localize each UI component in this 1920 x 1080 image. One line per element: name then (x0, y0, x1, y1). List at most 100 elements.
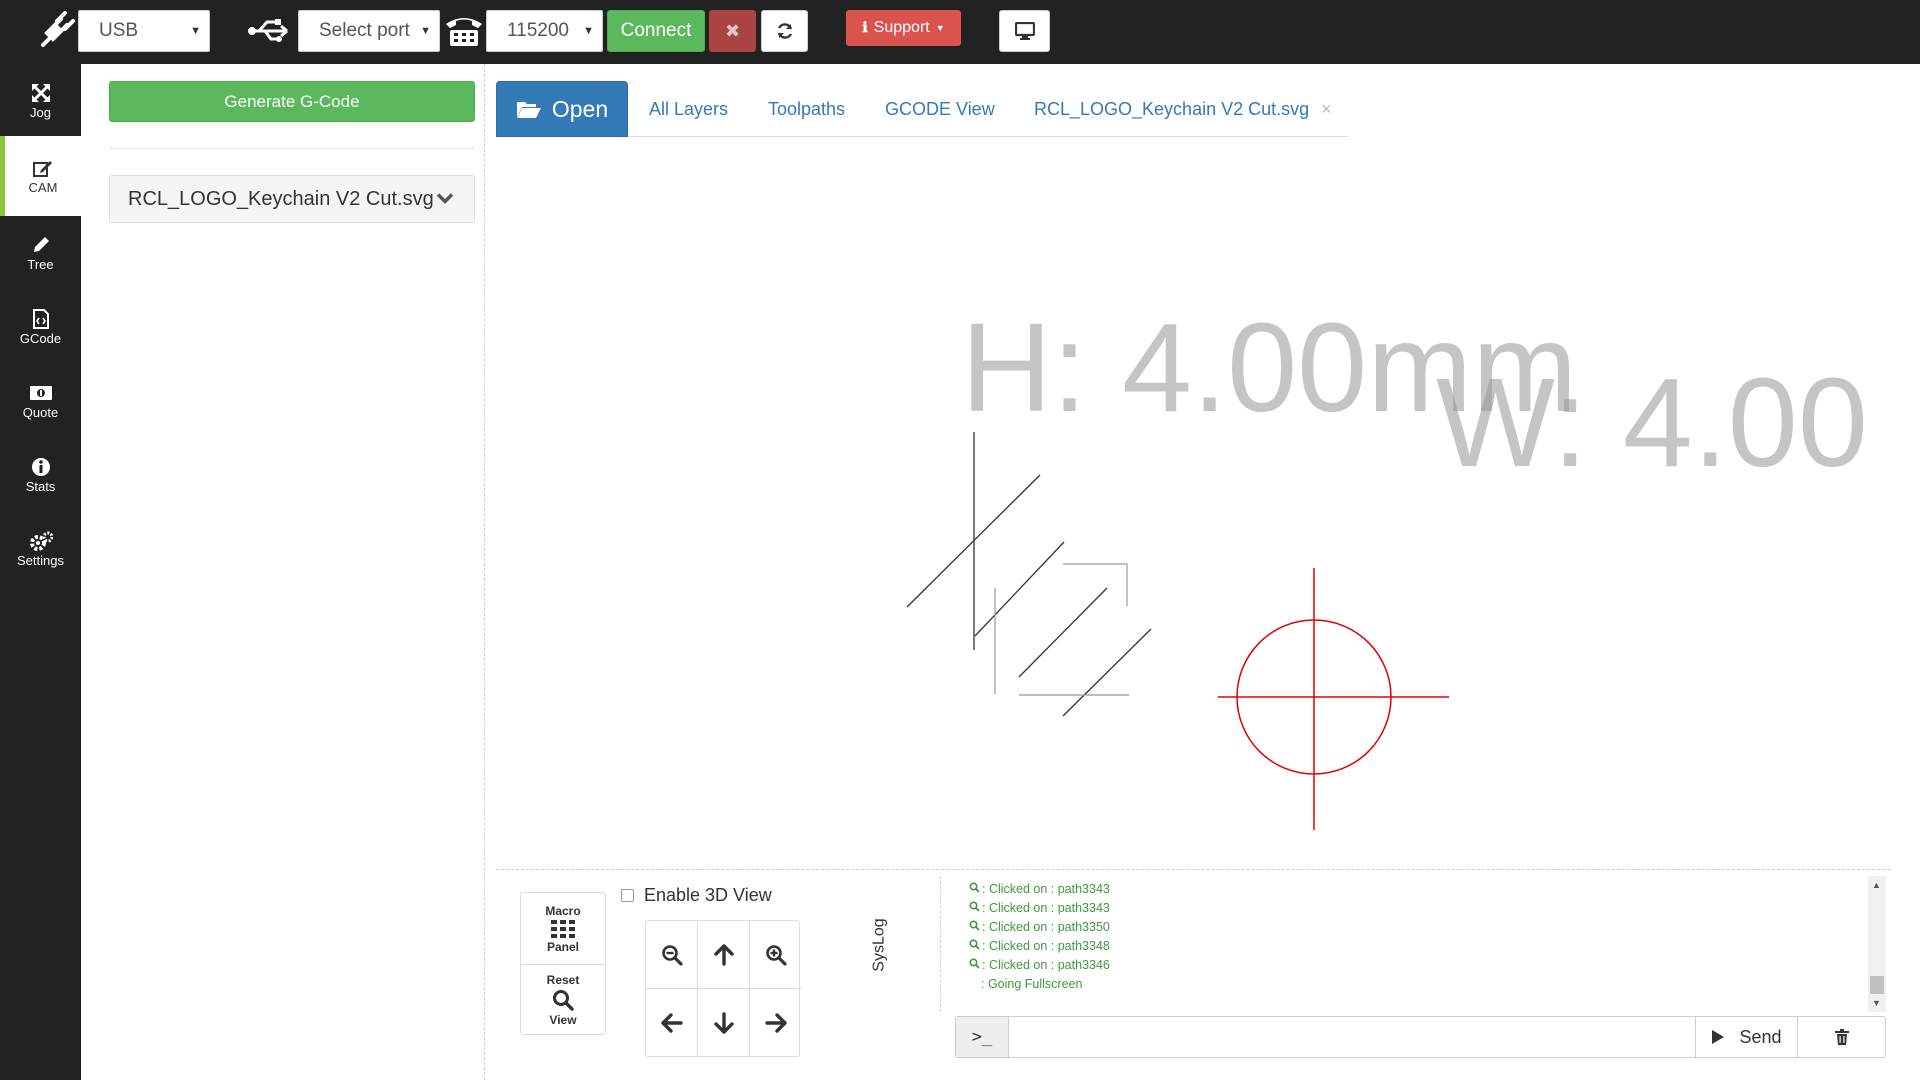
monitor-icon (1014, 22, 1035, 40)
fullscreen-button[interactable] (999, 10, 1050, 52)
open-file-button[interactable]: Open (496, 81, 628, 137)
connection-type-select[interactable]: USB ▼ (78, 10, 210, 52)
zoom-in-button[interactable] (750, 921, 802, 989)
sidebar-item-label: Settings (17, 552, 64, 568)
log-entry: : Clicked on : path3346 (969, 958, 1110, 972)
tab-toolpaths[interactable]: Toolpaths (768, 81, 845, 137)
divider (496, 869, 1890, 870)
log-entry: : Going Fullscreen (981, 977, 1082, 991)
enable-3d-toggle[interactable]: Enable 3D View (621, 884, 772, 906)
pan-up-button[interactable] (698, 921, 750, 989)
sidebar-item-tree[interactable]: Tree (0, 216, 81, 290)
sidebar-item-settings[interactable]: Settings (0, 512, 81, 586)
log-text: : Clicked on : path3343 (982, 901, 1110, 915)
pan-left-button[interactable] (646, 989, 698, 1057)
support-dropdown-button[interactable]: ℹ Support ▼ (846, 10, 961, 46)
generate-gcode-button[interactable]: Generate G-Code (109, 81, 475, 122)
grid-icon (551, 919, 575, 938)
reset-view-button[interactable]: Reset View (521, 964, 605, 1035)
caret-down-icon: ▼ (583, 25, 594, 37)
port-select-value: Select port (319, 20, 410, 41)
sidebar-item-label: Stats (25, 478, 56, 494)
path-line (1062, 628, 1152, 717)
macro-panel-button[interactable]: Macro Panel (521, 893, 605, 964)
sidebar-item-jog[interactable]: Jog (0, 64, 81, 138)
syslog-title: SysLog (871, 918, 888, 972)
pencil-icon (31, 235, 51, 255)
arrows-icon (31, 83, 51, 103)
disconnect-button[interactable]: ✖ (709, 10, 756, 52)
info-circle-icon (31, 457, 51, 477)
tab-gcode-view[interactable]: GCODE View (885, 81, 995, 137)
send-button[interactable]: Send (1695, 1017, 1797, 1057)
pan-down-button[interactable] (698, 989, 750, 1057)
button-label: Macro (545, 903, 581, 918)
zoom-out-button[interactable] (646, 921, 698, 989)
folder-open-icon (516, 102, 541, 118)
sidebar-item-label: CAM (28, 179, 58, 195)
log-scrollbar[interactable]: ▲ ▼ (1868, 876, 1886, 1012)
enable-3d-label: Enable 3D View (644, 884, 772, 905)
search-icon (969, 958, 980, 972)
syslog-console[interactable]: : Clicked on : path3343 : Clicked on : p… (940, 876, 1886, 1012)
command-input[interactable] (1009, 1017, 1695, 1057)
tab-label: Toolpaths (768, 98, 846, 119)
zoom-in-icon (766, 944, 787, 966)
tab-label: GCODE View (885, 98, 995, 119)
path-line (974, 541, 1065, 637)
search-icon (969, 920, 980, 934)
refresh-button[interactable] (761, 10, 808, 52)
edit-icon (33, 158, 53, 178)
log-entry: : Clicked on : path3348 (969, 939, 1110, 953)
connection-type-value: USB (99, 20, 139, 41)
scroll-down-icon[interactable]: ▼ (1872, 998, 1881, 1008)
pan-right-button[interactable] (750, 989, 802, 1057)
money-icon (29, 383, 53, 403)
sidebar-item-quote[interactable]: Quote (0, 364, 81, 438)
port-select[interactable]: Select port ▼ (298, 10, 440, 52)
cam-panel: Generate G-Code RCL_LOGO_Keychain V2 Cut… (81, 64, 485, 1080)
arrow-right-icon (765, 1013, 787, 1033)
sidebar-item-label: Jog (30, 104, 51, 120)
sidebar-item-label: GCode (19, 330, 62, 346)
log-text: : Clicked on : path3350 (982, 920, 1110, 934)
sidebar-item-gcode[interactable]: GCode (0, 290, 81, 364)
file-select[interactable]: RCL_LOGO_Keychain V2 Cut.svg (109, 175, 475, 223)
baud-rate-select[interactable]: 115200 ▼ (486, 10, 603, 52)
tab-label: All Layers (649, 98, 729, 119)
top-navbar: USB ▼ Select port ▼ 115200 ▼ Connect ✖ ℹ… (0, 0, 1920, 64)
send-label: Send (1739, 1026, 1782, 1047)
arrow-up-icon (713, 943, 734, 966)
3d-viewer[interactable]: H: 4.00mm W: 4.00 (496, 140, 1890, 868)
search-icon (969, 901, 980, 915)
scroll-thumb[interactable] (1870, 976, 1884, 994)
tab-file[interactable]: RCL_LOGO_Keychain V2 Cut.svg × (1034, 81, 1332, 137)
connect-button[interactable]: Connect (607, 10, 705, 52)
log-text: : Going Fullscreen (981, 977, 1083, 991)
sidebar-item-stats[interactable]: Stats (0, 438, 81, 512)
caret-down-icon: ▼ (935, 23, 945, 33)
command-bar: >_ Send (955, 1016, 1886, 1058)
tab-all-layers[interactable]: All Layers (649, 81, 728, 137)
log-text: : Clicked on : path3343 (982, 882, 1110, 896)
arrow-down-icon (713, 1012, 734, 1034)
macro-reset-group: Macro Panel Reset View (520, 892, 606, 1035)
file-select-value: RCL_LOGO_Keychain V2 Cut.svg (128, 187, 434, 210)
usb-icon (246, 12, 294, 50)
support-label: Support (873, 19, 930, 36)
enable-3d-checkbox[interactable] (621, 888, 634, 902)
file-code-icon (32, 308, 50, 329)
tab-label: RCL_LOGO_Keychain V2 Cut.svg (1034, 98, 1310, 119)
search-icon (969, 939, 980, 953)
button-label: Reset (546, 973, 580, 987)
close-tab-icon[interactable]: × (1321, 99, 1332, 120)
log-entry: : Clicked on : path3343 (969, 901, 1110, 915)
sidebar-item-cam[interactable]: CAM (0, 136, 81, 216)
clear-log-button[interactable] (1797, 1017, 1885, 1057)
scroll-up-icon[interactable]: ▲ (1872, 880, 1881, 890)
sidebar-item-label: Tree (27, 256, 54, 272)
origin-crosshair (1218, 568, 1449, 830)
log-text: : Clicked on : path3346 (982, 958, 1110, 972)
gears-icon (29, 531, 53, 551)
syslog-label: SysLog (860, 905, 900, 985)
